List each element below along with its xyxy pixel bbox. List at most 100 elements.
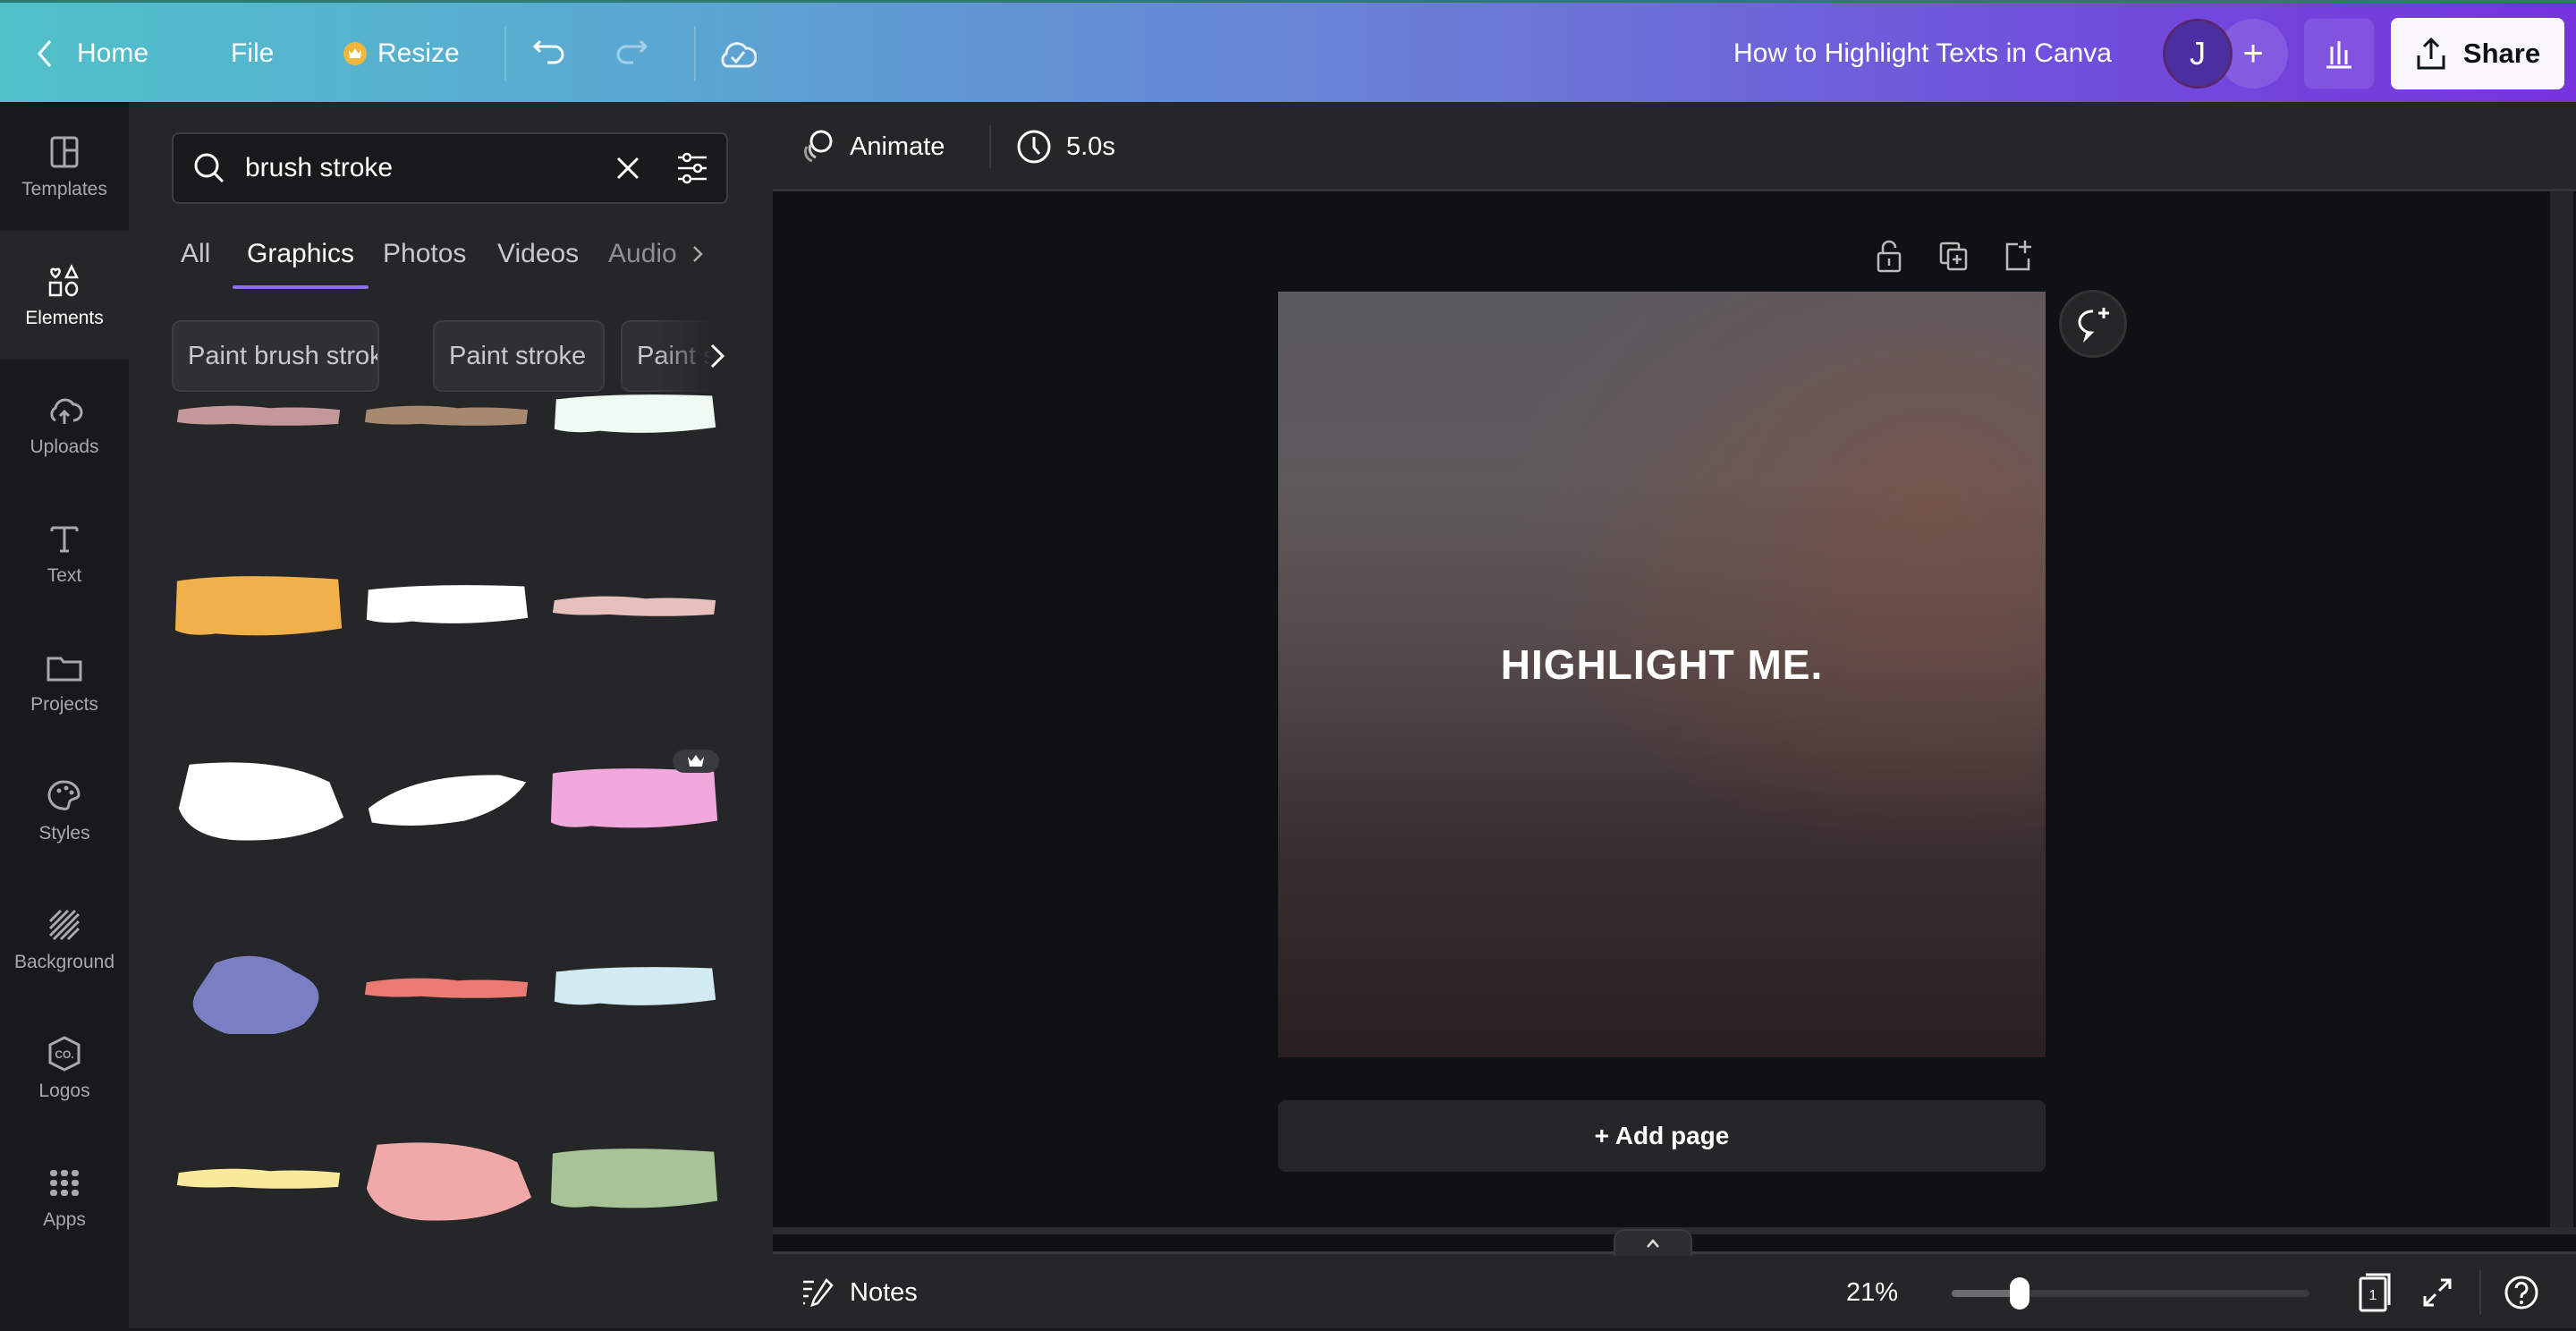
logo-icon: CO. xyxy=(48,1036,80,1072)
tabs-scroll-right[interactable] xyxy=(691,227,705,281)
graphic-result-item[interactable] xyxy=(547,1092,723,1267)
graphic-result-item[interactable] xyxy=(547,520,723,695)
notes-icon xyxy=(803,1278,834,1307)
notes-button[interactable]: Notes xyxy=(800,1254,918,1331)
rail-item-elements[interactable]: Elements xyxy=(0,231,129,360)
lock-page-button[interactable] xyxy=(1869,236,1909,276)
graphic-result-item[interactable] xyxy=(360,329,535,504)
search-input[interactable]: brush stroke xyxy=(245,153,393,183)
bar-chart-icon xyxy=(2326,41,2351,69)
brush-stroke-shape xyxy=(366,585,529,623)
rail-label: Projects xyxy=(30,694,98,715)
rail-label: Apps xyxy=(43,1209,86,1230)
zoom-slider-thumb[interactable] xyxy=(2010,1277,2029,1310)
zoom-slider[interactable] xyxy=(1952,1277,2309,1310)
duplicate-icon xyxy=(1939,242,1968,271)
add-comment-button[interactable] xyxy=(2059,290,2127,358)
comment-plus-icon xyxy=(2078,308,2109,343)
graphic-result-item[interactable] xyxy=(360,712,535,887)
design-canvas[interactable]: HIGHLIGHT ME. xyxy=(1278,292,2046,1057)
tab-graphics[interactable]: Graphics xyxy=(247,227,354,281)
graphic-result-item[interactable] xyxy=(172,520,347,695)
divider xyxy=(694,26,696,81)
redo-button[interactable] xyxy=(614,3,649,105)
search-box[interactable]: brush stroke xyxy=(172,132,728,204)
pages-icon: 1 xyxy=(2359,1273,2391,1312)
brush-stroke-graphic xyxy=(366,1142,532,1221)
tab-all[interactable]: All xyxy=(181,227,210,281)
brush-stroke-shape xyxy=(364,978,529,998)
add-page-button[interactable]: + Add page xyxy=(1278,1100,2046,1172)
document-title-text: How to Highlight Texts in Canva xyxy=(1733,38,2112,68)
add-page-icon-button[interactable] xyxy=(1998,236,2038,276)
rail-item-apps[interactable]: Apps xyxy=(0,1132,129,1261)
upload-icon xyxy=(50,398,83,424)
show-pages-button[interactable] xyxy=(1614,1229,1692,1256)
share-button[interactable]: Share xyxy=(2391,18,2564,89)
insights-button[interactable] xyxy=(2304,19,2374,89)
brush-stroke-graphic xyxy=(554,967,716,1005)
rail-item-text[interactable]: Text xyxy=(0,488,129,617)
brush-stroke-shape xyxy=(368,775,527,826)
rail-item-templates[interactable]: Templates xyxy=(0,102,129,231)
bottom-bar: Notes 21% 1 xyxy=(773,1229,2576,1331)
rail-item-logos[interactable]: CO. Logos xyxy=(0,1004,129,1132)
cloud-save-status[interactable] xyxy=(717,3,757,105)
brush-stroke-graphic xyxy=(364,978,529,998)
brush-stroke-graphic xyxy=(552,596,716,616)
rail-label: Logos xyxy=(38,1081,90,1101)
graphic-result-item[interactable] xyxy=(547,329,723,504)
brush-stroke-graphic xyxy=(550,1149,718,1208)
graphic-result-item[interactable] xyxy=(360,520,535,695)
notes-label: Notes xyxy=(850,1277,918,1307)
duplicate-page-button[interactable] xyxy=(1934,236,1973,276)
clock-icon xyxy=(1017,130,1051,164)
file-menu-button[interactable]: File xyxy=(231,3,274,105)
graphic-result-item[interactable] xyxy=(547,712,723,887)
page-count-button[interactable]: 1 xyxy=(2352,1254,2397,1331)
graphic-result-item[interactable] xyxy=(172,902,347,1077)
brush-stroke-graphic xyxy=(366,585,529,623)
tab-photos[interactable]: Photos xyxy=(383,227,466,281)
avatar[interactable]: J xyxy=(2163,19,2233,89)
cloud-check-icon xyxy=(721,42,757,68)
graphic-result-item[interactable] xyxy=(172,712,347,887)
graphic-result-item[interactable] xyxy=(172,329,347,504)
graphic-result-item[interactable] xyxy=(547,902,723,1077)
filter-sliders-icon[interactable] xyxy=(674,150,710,186)
search-icon xyxy=(194,153,225,183)
document-title[interactable]: How to Highlight Texts in Canva xyxy=(1733,3,2112,105)
animate-button[interactable]: Animate xyxy=(798,102,945,191)
rail-label: Text xyxy=(47,565,82,586)
vertical-scrollbar[interactable] xyxy=(2550,191,2573,1229)
rail-item-uploads[interactable]: Uploads xyxy=(0,360,129,488)
tab-audio[interactable]: Audio xyxy=(608,227,677,281)
add-page-icon xyxy=(2005,241,2031,271)
left-rail: Templates Elements Uploads Text Projects… xyxy=(0,102,129,1328)
home-button[interactable]: Home xyxy=(34,3,148,105)
undo-button[interactable] xyxy=(531,3,567,105)
tab-videos[interactable]: Videos xyxy=(497,227,579,281)
editor-toolbar: Animate 5.0s xyxy=(773,102,2576,191)
brush-stroke-shape xyxy=(174,576,343,636)
clear-search-icon[interactable] xyxy=(612,152,644,184)
graphic-result-item[interactable] xyxy=(360,1092,535,1267)
templates-icon xyxy=(50,136,79,168)
rail-label: Elements xyxy=(25,308,104,328)
unlock-icon xyxy=(1877,240,1902,273)
graphic-result-item[interactable] xyxy=(360,902,535,1077)
rail-item-styles[interactable]: Styles xyxy=(0,746,129,875)
resize-button[interactable]: Resize xyxy=(343,3,460,105)
file-label: File xyxy=(231,38,275,68)
zoom-percentage[interactable]: 21% xyxy=(1846,1254,1898,1331)
graphic-result-item[interactable] xyxy=(172,1092,347,1267)
rail-item-background[interactable]: Background xyxy=(0,875,129,1004)
duration-button[interactable]: 5.0s xyxy=(1014,102,1115,191)
help-button[interactable] xyxy=(2499,1254,2544,1331)
fullscreen-button[interactable] xyxy=(2415,1254,2460,1331)
content-tabs: All Graphics Photos Videos Audio xyxy=(172,227,744,290)
canvas-heading-text[interactable]: HIGHLIGHT ME. xyxy=(1278,640,2046,689)
brush-stroke-shape xyxy=(552,596,716,616)
rail-item-projects[interactable]: Projects xyxy=(0,617,129,746)
chevron-up-icon xyxy=(1647,1239,1659,1248)
